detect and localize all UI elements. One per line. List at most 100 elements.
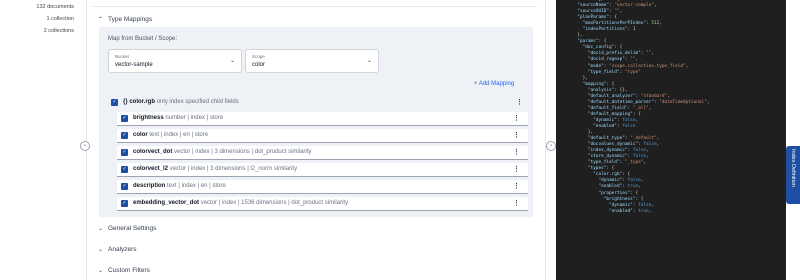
index-definition-tab[interactable]: Index Definition <box>786 146 800 204</box>
index-definition-tab-label: Index Definition <box>790 149 796 187</box>
code-line: "type_field": "type" <box>587 69 641 75</box>
code-line: "sourceName": "vector-sample", <box>577 3 657 9</box>
scope-select[interactable]: Scope color ⌄ <box>245 49 379 73</box>
section-title: Custom Filters <box>108 267 150 274</box>
add-mapping-button[interactable]: + Add Mapping <box>474 81 514 87</box>
section-title: General Settings <box>108 225 157 232</box>
code-line: "mapping": { <box>582 81 615 87</box>
field-desc: vector | index | 3 dimensions | l2_norm … <box>169 166 298 172</box>
code-line: "properties": { <box>598 190 639 196</box>
field-row[interactable]: ✓ colorvect_l2 vector | index | 3 dimens… <box>117 163 528 177</box>
app-root: 132 documents 1 collection 2 collections… <box>0 0 800 280</box>
root-mapping-name: {} color.rgb <box>123 99 156 105</box>
code-line: "sourceType": "gocbcore", <box>572 0 643 2</box>
chevron-up-icon: ⌃ <box>98 17 104 23</box>
field-name: color <box>133 132 148 138</box>
field-checkbox[interactable]: ✓ <box>121 183 128 190</box>
root-mapping-checkbox[interactable]: ✓ <box>111 99 118 106</box>
kebab-icon[interactable]: ⋮ <box>513 199 520 207</box>
field-checkbox[interactable]: ✓ <box>121 115 128 122</box>
kebab-icon[interactable]: ⋮ <box>513 148 520 156</box>
field-checkbox[interactable]: ✓ <box>121 166 128 173</box>
code-line: "doc_config": { <box>582 45 623 51</box>
chevron-down-icon: ⌄ <box>98 247 104 253</box>
check-icon: ✓ <box>122 183 127 189</box>
bucket-select[interactable]: Bucket vector-sample ⌄ <box>108 49 242 73</box>
code-line: "default_type": "_default", <box>587 136 660 142</box>
field-row[interactable]: ✓ colorvect_dot vector | index | 3 dimen… <box>117 146 528 160</box>
field-desc: text | index | en | store <box>167 183 226 189</box>
field-row[interactable]: ✓ embedding_vector_dot vector | index | … <box>117 197 528 211</box>
code-line: "params": { <box>577 39 607 45</box>
scope-label: Scope <box>252 54 265 59</box>
field-name: brightness <box>133 115 164 121</box>
code-line: }, <box>572 130 594 136</box>
code-line: "brightness": { <box>603 196 644 202</box>
field-desc: text | index | en | store <box>149 132 209 138</box>
field-name: embedding_vector_dot <box>133 200 200 206</box>
check-icon: ✓ <box>122 149 127 155</box>
section-title: Analyzers <box>108 246 137 253</box>
collapse-left-button[interactable]: ‹ <box>80 141 90 151</box>
code-line: "dynamic": false, <box>598 178 644 184</box>
field-checkbox[interactable]: ✓ <box>121 200 128 207</box>
code-line: }, <box>572 75 588 81</box>
root-mapping-desc: only index specified child fields <box>156 99 239 105</box>
field-name: colorvect_dot <box>133 149 173 155</box>
code-line: "default_analyzer": "standard", <box>587 93 670 99</box>
code-line: "docid_prefix_delim": "", <box>587 51 654 57</box>
left-divider <box>86 0 87 280</box>
section-analyzers[interactable]: ⌄ Analyzers <box>98 246 137 253</box>
code-line: "sourceUUID": "", <box>577 9 623 15</box>
section-general-settings[interactable]: ⌄ General Settings <box>98 225 156 232</box>
code-line: "default_datetime_parser": "dateTimeOpti… <box>587 99 710 105</box>
collapse-right-button[interactable]: › <box>546 141 556 151</box>
code-line: "mode": "scope.collection.type_field", <box>587 63 689 69</box>
field-desc: number | index | store <box>165 115 224 121</box>
kebab-icon[interactable]: ⋮ <box>513 114 520 122</box>
code-line: "docid_regexp": "", <box>587 57 639 63</box>
field-name: colorvect_l2 <box>133 166 169 172</box>
check-icon: ✓ <box>122 166 127 172</box>
check-icon: ✓ <box>122 132 127 138</box>
arrow-left-icon: ‹ <box>84 143 86 149</box>
field-row[interactable]: ✓ brightness number | index | store ⋮ <box>117 112 528 126</box>
panel-top-divider <box>92 6 537 7</box>
kebab-icon[interactable]: ⋮ <box>516 98 523 106</box>
section-type-mappings[interactable]: ⌃ Type Mappings <box>98 16 152 23</box>
field-row[interactable]: ✓ color text | index | en | store ⋮ <box>117 129 528 143</box>
documents-count: 132 documents <box>36 4 74 10</box>
code-line: "default_field": "_all", <box>587 105 652 111</box>
kebab-icon[interactable]: ⋮ <box>513 182 520 190</box>
kebab-icon[interactable]: ⋮ <box>513 131 520 139</box>
field-desc: vector | index | 3 dimensions | dot_prod… <box>174 149 312 155</box>
code-line: "docvalues_dynamic": false, <box>587 142 660 148</box>
chevron-down-icon: ⌄ <box>366 58 372 64</box>
code-line: "color.rgb": { <box>593 172 631 178</box>
check-icon: ✓ <box>122 200 127 206</box>
kebab-icon[interactable]: ⋮ <box>513 165 520 173</box>
section-custom-filters[interactable]: ⌄ Custom Filters <box>98 267 150 274</box>
bucket-label: Bucket <box>115 54 129 59</box>
code-line: }, <box>572 33 583 39</box>
field-checkbox[interactable]: ✓ <box>121 149 128 156</box>
bucket-value: vector-sample <box>115 62 153 68</box>
code-line: "enabled": true, <box>609 208 652 214</box>
field-row[interactable]: ✓ description text | index | en | store … <box>117 180 528 194</box>
code-line: "indexPartitions": 1 <box>582 27 636 33</box>
chevron-down-icon: ⌄ <box>229 58 235 64</box>
root-mapping-row[interactable]: ✓ {} color.rgb only index specified chil… <box>111 96 531 110</box>
collection-count: 1 collection <box>46 16 74 22</box>
index-definition-json[interactable]: "sourceType": "gocbcore", "sourceName": … <box>556 0 786 280</box>
field-checkbox[interactable]: ✓ <box>121 132 128 139</box>
chevron-down-icon: ⌄ <box>98 226 104 232</box>
code-line: "dynamic": false, <box>593 117 639 123</box>
code-line: "type_field": "_type", <box>587 160 647 166</box>
chevron-down-icon: ⌄ <box>98 268 104 274</box>
code-line: "types": { <box>587 166 615 172</box>
right-divider <box>545 0 546 280</box>
code-line: "planParams": { <box>577 15 617 21</box>
code-line: "enabled": true, <box>598 184 641 190</box>
json-code: "sourceType": "gocbcore", "sourceName": … <box>556 0 786 215</box>
collections-count: 2 collections <box>43 28 74 34</box>
